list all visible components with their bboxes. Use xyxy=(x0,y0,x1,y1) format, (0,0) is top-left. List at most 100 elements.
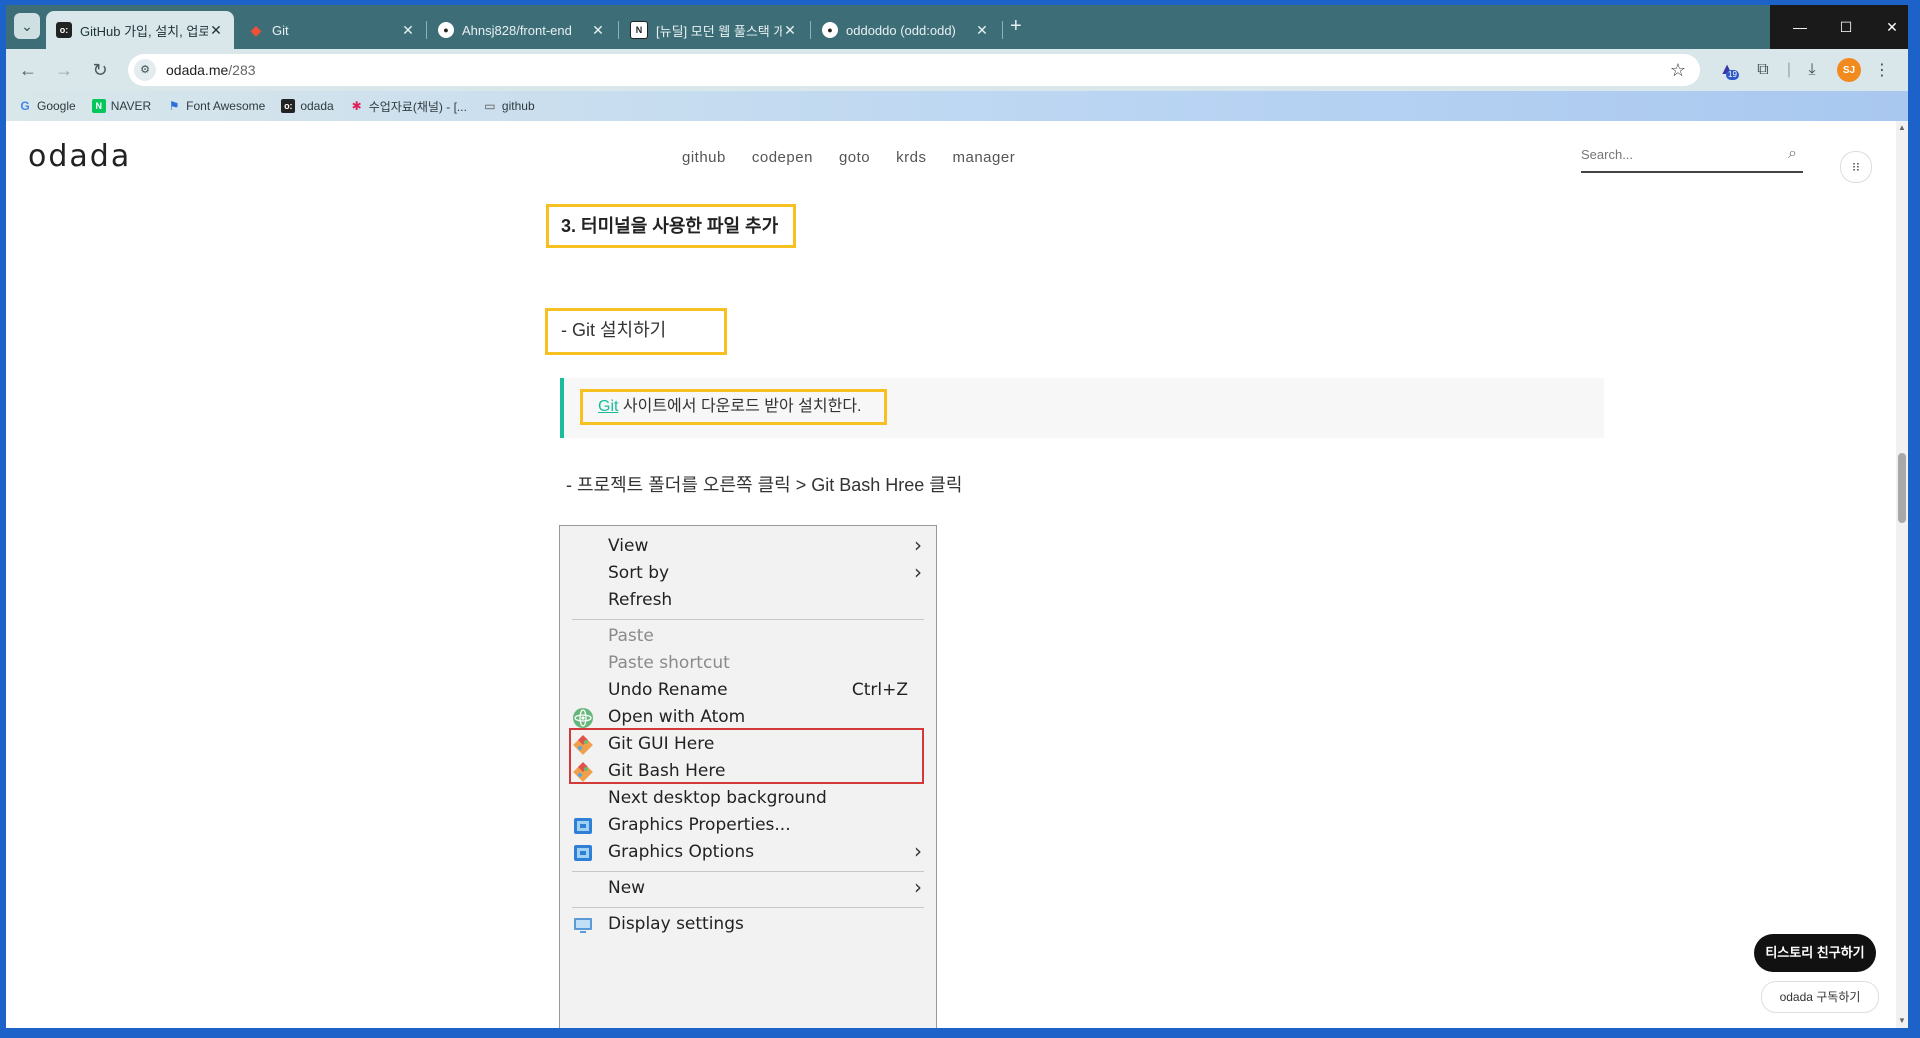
tab-search-button[interactable]: ⌄ xyxy=(14,13,40,39)
instruction-paragraph: - 프로젝트 폴더를 오른쪽 클릭 > Git Bash Hree 클릭 xyxy=(566,475,963,495)
ctx-label: Refresh xyxy=(608,590,673,610)
github-favicon-icon: ● xyxy=(438,22,454,38)
odada-icon: o: xyxy=(281,99,296,113)
notion-favicon-icon: N xyxy=(630,21,648,39)
bookmark-font-awesome[interactable]: ⚑ Font Awesome xyxy=(167,99,266,113)
bookmark-label: 수업자료(채널) - [... xyxy=(368,99,467,114)
ctx-label: View xyxy=(608,536,649,556)
nav-codepen[interactable]: codepen xyxy=(752,149,813,166)
profile-avatar[interactable]: SJ xyxy=(1836,58,1862,82)
ctx-label: Next desktop background xyxy=(608,788,827,808)
close-tab-icon[interactable]: ✕ xyxy=(974,22,990,39)
new-tab-plus-icon[interactable]: + xyxy=(1010,15,1022,38)
git-site-link[interactable]: Git xyxy=(598,398,618,415)
ctx-item-graphics-options: Graphics Options › xyxy=(560,836,936,869)
download-icon[interactable]: ⤓ xyxy=(1800,58,1824,82)
display-icon xyxy=(574,918,592,933)
tab-git[interactable]: ◆ Git ✕ xyxy=(238,11,426,49)
close-tab-icon[interactable]: ✕ xyxy=(782,22,798,39)
chevron-right-icon: › xyxy=(914,839,922,863)
search-input[interactable] xyxy=(1581,147,1771,162)
site-logo[interactable]: odada xyxy=(28,139,131,174)
back-arrow-icon[interactable]: ← xyxy=(16,58,40,82)
tab-title: Git xyxy=(272,22,289,38)
extension-icon-badged[interactable]: ▲ 19 xyxy=(1714,58,1740,82)
ctx-label: Paste xyxy=(608,626,654,646)
avatar: SJ xyxy=(1837,58,1861,82)
quote-text: 사이트에서 다운로드 받아 설치한다. xyxy=(618,398,862,415)
url-text[interactable]: odada.me/283 xyxy=(166,62,256,78)
extension-badge: 19 xyxy=(1726,70,1739,80)
ctx-label: Graphics Properties... xyxy=(608,815,791,835)
web-page: odada github codepen goto krds manager ⌕… xyxy=(6,121,1896,1028)
site-info-icon[interactable]: ⚙ xyxy=(134,59,156,81)
nav-goto[interactable]: goto xyxy=(839,149,870,166)
chevron-right-icon: › xyxy=(914,533,922,557)
tab-separator xyxy=(618,21,619,39)
nav-github[interactable]: github xyxy=(682,149,726,166)
bookmark-label: Font Awesome xyxy=(186,99,266,113)
bookmark-label: odada xyxy=(300,99,334,113)
tab-github-oddoddo[interactable]: ● oddoddo (odd:odd) ✕ xyxy=(812,11,1000,49)
minimize-icon[interactable]: — xyxy=(1777,5,1823,49)
ctx-label: Graphics Options xyxy=(608,842,755,862)
forward-arrow-icon[interactable]: → xyxy=(52,58,76,82)
close-tab-icon[interactable]: ✕ xyxy=(400,22,416,39)
ctx-item-new: New › xyxy=(560,872,936,905)
bookmark-github-folder[interactable]: ▭ github xyxy=(483,99,534,113)
puzzle-extensions-icon[interactable]: ⧉ xyxy=(1751,58,1775,82)
slack-icon: ✱ xyxy=(351,99,362,113)
close-window-icon[interactable]: ✕ xyxy=(1869,5,1908,49)
ctx-label: Sort by xyxy=(608,563,670,583)
github-favicon-icon: ● xyxy=(822,22,838,38)
tab-notion[interactable]: N [뉴딜] 모던 웹 풀스택 개발자 ✕ xyxy=(620,11,808,49)
tab-title: oddoddo (odd:odd) xyxy=(846,22,956,38)
site-nav: github codepen goto krds manager xyxy=(682,149,1041,166)
nav-manager[interactable]: manager xyxy=(952,149,1015,166)
kebab-menu-icon[interactable]: ⋮ xyxy=(1872,58,1892,82)
odada-favicon-icon: o: xyxy=(56,22,72,38)
bookmark-label: NAVER xyxy=(110,99,152,113)
tab-title: GitHub 가입, 설치, 업로드하기 xyxy=(80,23,208,39)
ctx-label: Undo Rename xyxy=(608,680,728,700)
chevron-right-icon: › xyxy=(914,875,922,899)
address-bar[interactable]: ⚙ odada.me/283 ☆ xyxy=(128,54,1700,86)
close-tab-icon[interactable]: ✕ xyxy=(208,22,224,39)
site-search: ⌕ xyxy=(1581,143,1803,173)
page-scrollbar[interactable]: ▲ ▼ xyxy=(1896,121,1908,1028)
menu-dots-icon[interactable]: ⁝⁝ xyxy=(1840,151,1872,183)
browser-window: ⌄ o: GitHub 가입, 설치, 업로드하기 ✕ ◆ Git ✕ ● Ah… xyxy=(6,5,1908,1028)
flag-icon: ⚑ xyxy=(168,99,180,113)
scrollbar-thumb[interactable] xyxy=(1898,453,1906,523)
subscribe-button[interactable]: odada 구독하기 xyxy=(1761,981,1879,1013)
section-heading: 3. 터미널을 사용한 파일 추가 xyxy=(546,204,796,248)
ctx-item-display-settings: Display settings xyxy=(560,908,936,941)
tab-odada[interactable]: o: GitHub 가입, 설치, 업로드하기 ✕ xyxy=(46,11,234,49)
nav-krds[interactable]: krds xyxy=(896,149,926,166)
atom-icon xyxy=(573,708,593,728)
tab-github-frontend[interactable]: ● Ahnsj828/front-end ✕ xyxy=(428,11,616,49)
quote-highlight: Git 사이트에서 다운로드 받아 설치한다. xyxy=(580,389,887,425)
intel-graphics-icon xyxy=(574,818,592,834)
folder-icon: ▭ xyxy=(484,99,496,113)
bookmark-star-icon[interactable]: ☆ xyxy=(1670,60,1686,81)
bookmark-naver[interactable]: N NAVER xyxy=(91,99,152,113)
scroll-up-arrow-icon[interactable]: ▲ xyxy=(1898,123,1906,133)
ctx-label: Open with Atom xyxy=(608,707,746,727)
url-host: odada.me xyxy=(166,62,229,78)
bookmark-google[interactable]: G Google xyxy=(18,99,75,113)
maximize-icon[interactable]: ☐ xyxy=(1823,5,1869,49)
bookmark-slack[interactable]: ✱ 수업자료(채널) - [... xyxy=(350,98,467,115)
google-icon: G xyxy=(20,99,30,113)
tab-separator xyxy=(810,21,811,39)
context-menu-screenshot: View › Sort by › Refresh Paste Paste sho… xyxy=(559,525,937,1028)
search-icon[interactable]: ⌕ xyxy=(1788,145,1797,163)
git-items-highlight-box xyxy=(569,728,924,784)
tistory-friend-button[interactable]: 티스토리 친구하기 xyxy=(1754,934,1876,972)
tab-title: [뉴딜] 모던 웹 풀스택 개발자 xyxy=(656,23,782,39)
bookmark-odada[interactable]: o: odada xyxy=(281,99,334,113)
scroll-down-arrow-icon[interactable]: ▼ xyxy=(1898,1016,1906,1026)
close-tab-icon[interactable]: ✕ xyxy=(590,22,606,39)
reload-icon[interactable]: ↻ xyxy=(88,58,112,82)
toolbar-divider: | xyxy=(1786,61,1792,78)
